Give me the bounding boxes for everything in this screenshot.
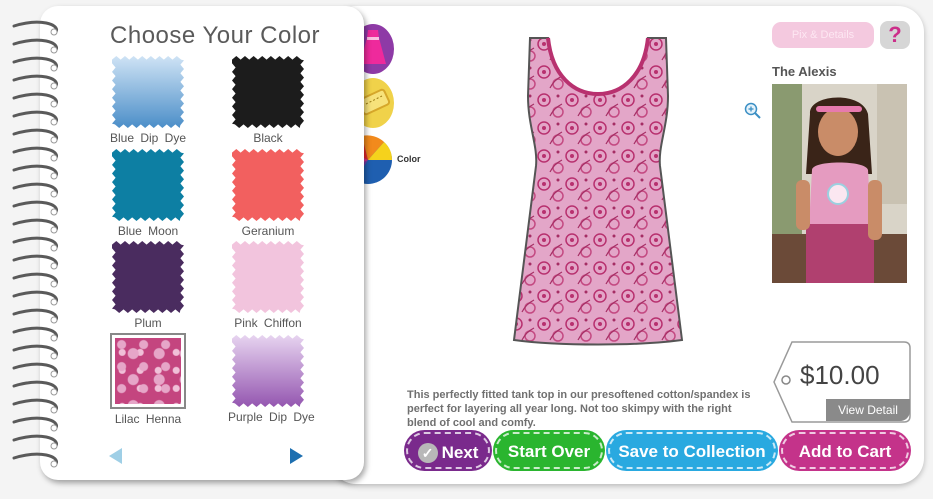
save-to-collection-button[interactable]: Save to Collection [608,432,776,469]
swatch-label: Geranium [241,224,295,238]
swatch-blue-moon[interactable]: Blue Moon [108,149,188,238]
start-over-button[interactable]: Start Over [495,432,603,469]
swatch-label: Blue Moon [117,224,179,238]
add-to-cart-button[interactable]: Add to Cart [781,432,909,469]
app-stage: Color Choose Your Color Blue Dip Dye Bla… [0,0,933,499]
swatch-label: Blue Dip Dye [109,131,187,145]
price-amount: $10.00 [800,360,880,390]
help-button[interactable]: ? [880,21,910,49]
swatch-label: Black [253,131,283,145]
swatch-chip [232,149,304,221]
color-tab-label[interactable]: Color [397,154,421,164]
swatch-chip [115,338,181,404]
spiral-binding [12,20,58,468]
pix-details-button[interactable]: Pix & Details [772,22,874,48]
tank-top-image [512,37,684,346]
swatch-chip [232,241,304,313]
start-over-label: Start Over [507,442,591,461]
swatch-purple-dip-dye[interactable]: Purple Dip Dye [228,335,315,424]
swatch-plum[interactable]: Plum [108,241,188,330]
selected-frame [110,333,186,409]
model-photo [772,84,907,283]
swatch-black[interactable]: Black [228,56,308,145]
next-label: Next [441,443,479,463]
add-to-cart-label: Add to Cart [798,442,892,461]
zoom-in-icon[interactable] [744,102,762,120]
view-detail-button[interactable]: View Detail [826,399,910,421]
swatch-label: Lilac Henna [114,412,182,426]
swatch-chip [232,335,304,407]
color-chooser-page: Choose Your Color Blue Dip Dye Black Blu… [40,6,364,480]
swatch-chip [112,241,184,313]
check-icon: ✓ [417,442,438,463]
swatch-chip [112,56,184,128]
swatch-chip [232,56,304,128]
swatch-label: Pink Chiffon [234,316,302,330]
left-arrow-icon [109,448,122,464]
swatch-label: Plum [134,316,162,330]
swatch-pink-chiffon[interactable]: Pink Chiffon [228,241,308,330]
page-title: Choose Your Color [110,22,320,49]
prev-page-button[interactable] [106,446,126,466]
swatch-lilac-henna[interactable]: Lilac Henna [108,333,188,426]
swatch-geranium[interactable]: Geranium [228,149,308,238]
save-label: Save to Collection [618,442,766,461]
swatch-label: Purple Dip Dye [228,410,315,424]
swatch-blue-dip-dye[interactable]: Blue Dip Dye [108,56,188,145]
next-page-button[interactable] [286,446,306,466]
next-button[interactable]: ✓ Next [406,432,490,469]
model-name: The Alexis [772,64,837,79]
right-arrow-icon [290,448,303,464]
swatch-chip [112,149,184,221]
product-description: This perfectly fitted tank top in our pr… [407,389,751,429]
